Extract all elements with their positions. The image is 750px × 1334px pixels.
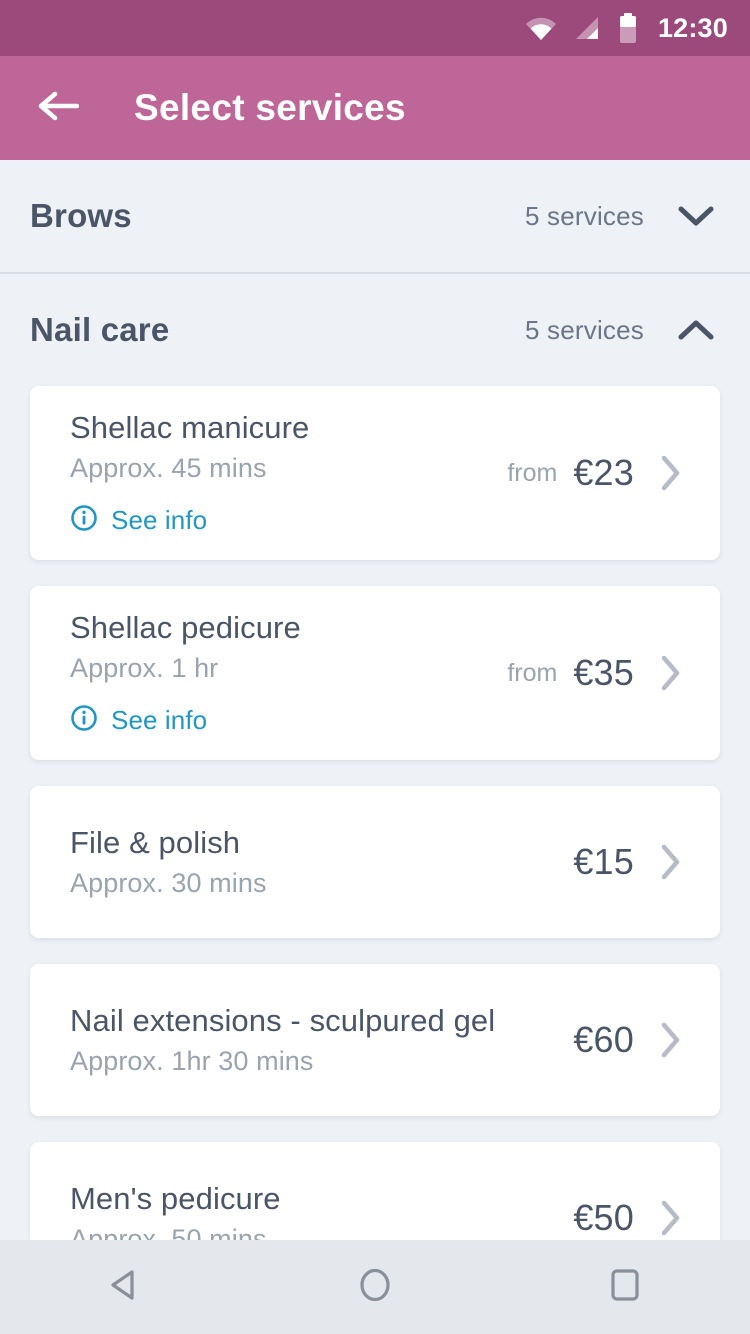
nav-back-triangle-icon	[103, 1263, 147, 1312]
nav-home-button[interactable]	[315, 1240, 435, 1334]
back-button[interactable]	[30, 80, 86, 136]
section-service-count: 5 services	[524, 314, 644, 345]
chevron-up-icon[interactable]	[672, 318, 720, 342]
service-price-group: €50	[573, 1197, 682, 1239]
info-circle-icon	[70, 704, 98, 737]
see-info-label: See info	[111, 704, 208, 735]
service-duration: Approx. 50 mins	[70, 1224, 267, 1240]
service-card-body: File & polish Approx. 30 mins	[70, 825, 573, 899]
service-name: Shellac manicure	[70, 409, 310, 445]
service-price: €50	[573, 1197, 634, 1238]
nav-home-circle-icon	[353, 1263, 397, 1312]
service-card-body: Shellac pedicure Approx. 1 hr See info	[70, 610, 507, 737]
service-price-group: €60	[573, 1019, 682, 1061]
phone-screen: 12:30 Select services Brows 5 services N…	[0, 0, 750, 1334]
service-duration: Approx. 1hr 30 mins	[70, 1046, 314, 1076]
services-scroll-area[interactable]: Brows 5 services Nail care 5 services Sh…	[0, 160, 750, 1240]
info-circle-icon	[70, 504, 98, 537]
service-price: €15	[573, 841, 634, 882]
service-card-body: Nail extensions - sculpured gel Approx. …	[70, 1003, 573, 1077]
service-duration: Approx. 30 mins	[70, 868, 267, 898]
service-card[interactable]: Nail extensions - sculpured gel Approx. …	[30, 964, 720, 1116]
service-card-body: Men's pedicure Approx. 50 mins	[70, 1181, 573, 1240]
section-title: Nail care	[30, 311, 170, 348]
chevron-right-icon[interactable]	[660, 843, 682, 881]
signal-icon	[574, 15, 602, 41]
see-info-label: See info	[111, 504, 208, 535]
service-card[interactable]: Men's pedicure Approx. 50 mins €50	[30, 1142, 720, 1240]
service-price-group: €15	[573, 841, 682, 883]
section-header-brows[interactable]: Brows 5 services	[0, 160, 750, 272]
chevron-down-icon[interactable]	[672, 204, 720, 228]
service-name: Shellac pedicure	[70, 609, 301, 645]
battery-icon	[618, 13, 638, 43]
section-service-count: 5 services	[524, 200, 644, 231]
app-bar: Select services	[0, 56, 750, 160]
section-title: Brows	[30, 197, 132, 234]
service-duration: Approx. 45 mins	[70, 452, 267, 483]
price-from-label: from	[507, 658, 558, 687]
nav-back-button[interactable]	[65, 1240, 185, 1334]
chevron-right-icon[interactable]	[660, 1199, 682, 1237]
service-card[interactable]: File & polish Approx. 30 mins €15	[30, 786, 720, 938]
service-list: Shellac manicure Approx. 45 mins See inf…	[0, 386, 750, 1240]
service-name: Nail extensions - sculpured gel	[70, 1003, 496, 1038]
chevron-right-icon[interactable]	[660, 1021, 682, 1059]
nav-recents-button[interactable]	[565, 1240, 685, 1334]
service-price-group: from €35	[507, 652, 682, 694]
service-card-body: Shellac manicure Approx. 45 mins See inf…	[70, 410, 507, 537]
status-bar: 12:30	[0, 0, 750, 56]
service-price: €60	[573, 1019, 634, 1060]
see-info-link[interactable]: See info	[70, 704, 507, 737]
price-from-label: from	[507, 458, 558, 487]
service-price: €23	[573, 452, 634, 493]
service-card[interactable]: Shellac manicure Approx. 45 mins See inf…	[30, 386, 720, 560]
nav-recents-square-icon	[603, 1263, 647, 1312]
section-header-nail-care[interactable]: Nail care 5 services	[0, 274, 750, 386]
chevron-right-icon[interactable]	[660, 454, 682, 492]
service-card[interactable]: Shellac pedicure Approx. 1 hr See info f…	[30, 586, 720, 760]
back-arrow-icon	[37, 90, 80, 127]
chevron-right-icon[interactable]	[660, 654, 682, 692]
service-duration: Approx. 1 hr	[70, 652, 219, 683]
service-name: File & polish	[70, 825, 241, 860]
status-bar-time: 12:30	[657, 12, 728, 43]
android-nav-bar	[0, 1240, 750, 1334]
service-price: €35	[573, 652, 634, 693]
wifi-icon	[524, 15, 558, 41]
see-info-link[interactable]: See info	[70, 504, 507, 537]
service-price-group: from €23	[507, 452, 682, 494]
page-title: Select services	[134, 87, 406, 128]
service-name: Men's pedicure	[70, 1181, 281, 1216]
